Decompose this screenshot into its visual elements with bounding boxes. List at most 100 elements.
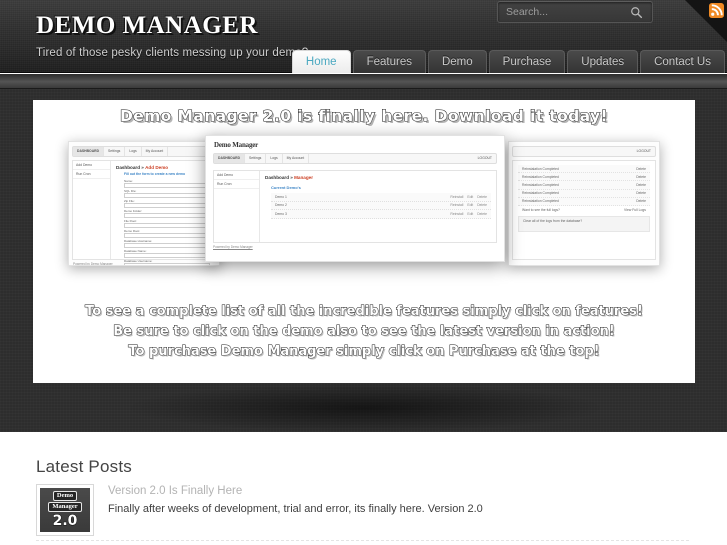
post-thumbnail[interactable]: Demo Manager 2.0 (36, 484, 94, 536)
site-tagline: Tired of those pesky clients messing up … (36, 47, 309, 59)
mini-breadcrumb-current: Add Demo (145, 165, 169, 170)
mini-main: Dashboard » Manager Current Demo's Demo … (260, 171, 496, 242)
mini-sidebar-run-cron[interactable]: Run Cron (214, 180, 259, 189)
mini-delete-link[interactable]: Delete (477, 212, 487, 216)
log-text: Reinstalation Completed (522, 199, 559, 204)
log-delete-link[interactable]: Delete (636, 191, 646, 195)
mini-demo-actions: Reinstall Edit Delete (447, 212, 487, 216)
mini-demo-row: Demo 3 Reinstall Edit Delete (271, 210, 491, 219)
search-input[interactable] (506, 2, 616, 22)
post-body: Version 2.0 Is Finally Here Finally afte… (108, 484, 483, 536)
log-delete-link[interactable]: Delete (636, 183, 646, 187)
nav-item-home[interactable]: Home (291, 50, 351, 73)
site-title: DEMO MANAGER (36, 12, 258, 39)
banner-subtext: To see a complete list of all the incred… (33, 302, 695, 362)
latest-posts-section: Latest Posts Demo Manager 2.0 Version 2.… (0, 432, 727, 545)
mini-field-input[interactable] (124, 233, 210, 238)
hero-glow (130, 384, 600, 432)
log-row: Reinstalation Completed Delete (518, 173, 650, 182)
mini-edit-link[interactable]: Edit (467, 212, 473, 216)
mini-edit-link[interactable]: Edit (467, 203, 473, 207)
search-box[interactable] (497, 1, 653, 23)
nav-item-demo[interactable]: Demo (427, 50, 487, 73)
post-title-link[interactable]: Version 2.0 Is Finally Here (108, 485, 483, 497)
main-nav: Home Features Demo Purchase Updates Cont… (291, 50, 727, 73)
log-delete-link[interactable]: Delete (636, 167, 646, 171)
mini-footer: Powered by Demo Manager (213, 245, 253, 249)
mini-logout[interactable]: LOGOUT (474, 154, 496, 163)
mini-nav-logs: Logs (125, 147, 142, 156)
header-rail (0, 74, 727, 89)
nav-item-updates[interactable]: Updates (567, 50, 639, 73)
latest-posts-title: Latest Posts (36, 457, 132, 476)
mini-breadcrumb: Dashboard » Manager (265, 175, 491, 180)
nav-item-contact-us[interactable]: Contact Us (640, 50, 725, 73)
mini-nav-my-account: My Account (142, 147, 169, 156)
mini-field-input[interactable] (124, 243, 210, 248)
log-text: Reinstalation Completed (522, 174, 559, 179)
mini-nav-dashboard: DASHBOARD (73, 147, 105, 156)
mini-demo-name: Demo 1 (275, 194, 287, 199)
mini-sidebar: Add Demo Run Cron (73, 161, 111, 259)
log-row: Reinstalation Completed Delete (518, 181, 650, 190)
post-item: Demo Manager 2.0 Version 2.0 Is Finally … (36, 484, 691, 536)
mini-edit-link[interactable]: Edit (467, 195, 473, 199)
mini-delete-link[interactable]: Delete (477, 203, 487, 207)
mini-delete-link[interactable]: Delete (477, 195, 487, 199)
mini-nav-settings[interactable]: Settings (245, 154, 267, 163)
mini-breadcrumb-prefix: Dashboard » (116, 165, 146, 170)
nav-item-purchase[interactable]: Purchase (488, 50, 566, 73)
mini-sidebar-add-demo[interactable]: Add Demo (214, 171, 259, 180)
screenshot-add-demo[interactable]: DASHBOARD Settings Logs My Account Add D… (68, 141, 220, 266)
log-clear-box: Clear all of the logs from the database? (518, 216, 650, 233)
mini-add-demo-form: Name: SQL File: Zip File: Demo Folder: F… (124, 179, 210, 265)
mini-logout: LOGOUT (636, 149, 651, 153)
mini-field-input[interactable] (124, 203, 210, 208)
mini-brand: Demo Manager (214, 141, 259, 149)
mini-nav-my-account[interactable]: My Account (283, 154, 310, 163)
mini-field-input[interactable] (124, 253, 210, 258)
mini-field-input[interactable] (124, 213, 210, 218)
mini-nav-logs[interactable]: Logs (266, 154, 283, 163)
thumb-line-manager: Manager (48, 502, 82, 512)
mini-field-input[interactable] (124, 183, 210, 188)
mini-field-input[interactable] (124, 223, 210, 228)
mini-reinstall-link[interactable]: Reinstall (450, 195, 463, 199)
banner-subline-3: To purchase Demo Manager simply click on… (128, 343, 600, 359)
mini-field-input[interactable] (124, 193, 210, 198)
mini-demo-actions: Reinstall Edit Delete (447, 195, 487, 199)
mini-demo-name: Demo 3 (275, 211, 287, 216)
log-view-full-label: Want to see the full logs? (522, 207, 560, 212)
mini-breadcrumb-current: Manager (294, 175, 314, 180)
nav-item-features[interactable]: Features (352, 50, 426, 73)
screenshot-dashboard-manager[interactable]: Demo Manager DASHBOARD Settings Logs My … (205, 135, 505, 262)
mini-breadcrumb-prefix: Dashboard » (265, 175, 295, 180)
mini-nav-dashboard[interactable]: DASHBOARD (214, 154, 246, 163)
post-thumbnail-inner: Demo Manager 2.0 (40, 488, 90, 532)
banner-headline: Demo Manager 2.0 is finally here. Downlo… (119, 106, 609, 125)
log-view-full-link[interactable]: View Full Logs (624, 208, 646, 212)
banner-panel: Demo Manager 2.0 is finally here. Downlo… (33, 100, 695, 383)
mini-form-hint: Fill out the form to create a new demo (124, 172, 186, 176)
mini-main: Dashboard » Add Demo Fill out the form t… (111, 161, 215, 265)
mini-breadcrumb: Dashboard » Add Demo (116, 165, 210, 170)
mini-sidebar-run-cron: Run Cron (73, 170, 110, 179)
post-divider (36, 540, 691, 541)
mini-demo-row: Demo 2 Reinstall Edit Delete (271, 201, 491, 211)
banner-subline-1: To see a complete list of all the incred… (85, 303, 644, 319)
log-row: Reinstalation Completed Delete (518, 189, 650, 198)
log-text: Reinstalation Completed (522, 182, 559, 187)
rss-icon[interactable] (709, 3, 724, 18)
mini-reinstall-link[interactable]: Reinstall (450, 212, 463, 216)
rss-corner[interactable] (685, 0, 727, 42)
mini-demo-actions: Reinstall Edit Delete (447, 203, 487, 207)
log-delete-link[interactable]: Delete (636, 175, 646, 179)
log-row: Reinstalation Completed Delete (518, 197, 650, 206)
mini-reinstall-link[interactable]: Reinstall (450, 203, 463, 207)
log-delete-link[interactable]: Delete (636, 199, 646, 203)
search-icon[interactable] (630, 6, 643, 19)
screenshot-logs[interactable]: LOGOUT Reinstalation Completed Delete Re… (508, 141, 660, 266)
hero-section: Demo Manager 2.0 is finally here. Downlo… (0, 89, 727, 432)
thumb-line-demo: Demo (52, 491, 78, 501)
mini-demo-row: Demo 1 Reinstall Edit Delete (271, 193, 491, 202)
